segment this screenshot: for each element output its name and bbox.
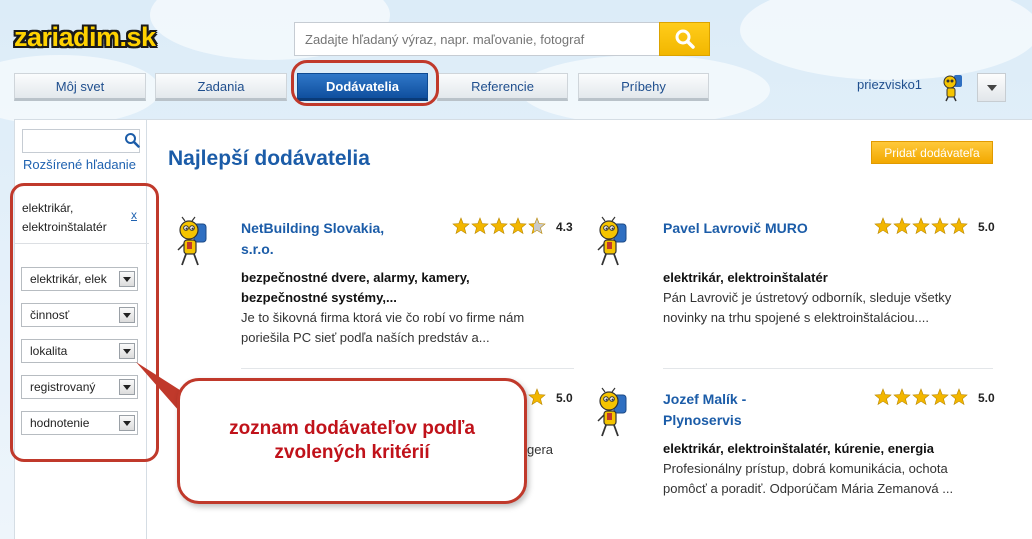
annotation-callout: zoznam dodávateľov podľa zvolených krité… bbox=[177, 378, 527, 504]
callout-text: zoznam dodávateľov podľa zvolených krité… bbox=[229, 418, 475, 463]
